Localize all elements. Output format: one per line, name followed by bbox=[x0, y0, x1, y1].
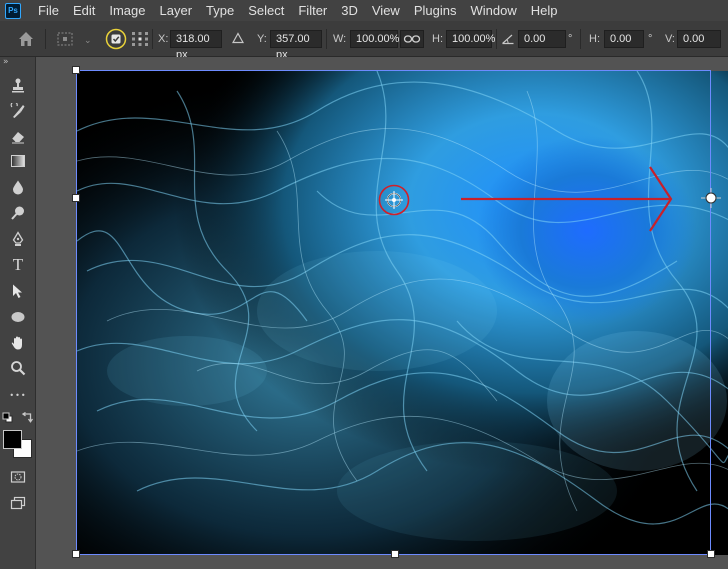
pen-icon bbox=[12, 231, 24, 246]
history-brush-tool[interactable] bbox=[6, 100, 30, 122]
separator bbox=[152, 29, 153, 49]
menu-bar: Ps File Edit Image Layer Type Select Fil… bbox=[0, 0, 728, 21]
menu-edit[interactable]: Edit bbox=[66, 0, 102, 21]
menu-plugins[interactable]: Plugins bbox=[407, 0, 464, 21]
screen-mode-icon bbox=[10, 496, 26, 510]
default-colors-icon[interactable] bbox=[2, 412, 13, 426]
y-position-field[interactable]: 357.00 px bbox=[270, 30, 322, 61]
menu-select[interactable]: Select bbox=[241, 0, 291, 21]
reference-point-toggle-icon[interactable] bbox=[104, 28, 128, 53]
transform-handle-bottom-left[interactable] bbox=[72, 550, 80, 558]
menu-file[interactable]: File bbox=[31, 0, 66, 21]
transform-handle-middle-left[interactable] bbox=[72, 194, 80, 202]
menu-help[interactable]: Help bbox=[524, 0, 565, 21]
degree-symbol: ° bbox=[648, 33, 653, 45]
ellipse-tool[interactable] bbox=[6, 306, 30, 328]
rotate-angle-icon[interactable] bbox=[501, 32, 515, 48]
ellipse-icon bbox=[11, 312, 25, 322]
y-label: Y: bbox=[257, 33, 267, 45]
degree-symbol: ° bbox=[568, 33, 573, 45]
reference-point-marker-icon[interactable] bbox=[377, 183, 411, 220]
photoshop-logo[interactable]: Ps bbox=[5, 2, 21, 19]
document-canvas-area[interactable] bbox=[37, 57, 728, 569]
transform-handle-top-left[interactable] bbox=[72, 66, 80, 74]
options-bar: ⌄ X: 318.00 px Y: 357.00 px W: 100.00% H… bbox=[0, 21, 728, 61]
home-icon[interactable] bbox=[16, 29, 36, 52]
width-field[interactable]: 100.00% bbox=[350, 30, 399, 48]
chevron-down-icon[interactable]: ⌄ bbox=[84, 37, 92, 46]
quick-mask-icon bbox=[10, 471, 26, 483]
clone-stamp-tool[interactable] bbox=[6, 74, 30, 96]
menu-filter[interactable]: Filter bbox=[291, 0, 334, 21]
history-brush-icon bbox=[10, 103, 25, 118]
menu-type[interactable]: Type bbox=[199, 0, 241, 21]
vertical-skew-label: V: bbox=[665, 33, 675, 45]
stamp-icon bbox=[12, 78, 24, 93]
blur-drop-icon bbox=[13, 180, 23, 195]
rotate-angle-field[interactable]: 0.00 bbox=[518, 30, 566, 48]
horizontal-skew-label: H: bbox=[589, 33, 600, 45]
delta-icon[interactable] bbox=[231, 32, 245, 47]
menu-window[interactable]: Window bbox=[463, 0, 523, 21]
x-label: X: bbox=[158, 33, 169, 45]
eraser-tool[interactable] bbox=[6, 125, 30, 147]
separator bbox=[580, 29, 581, 49]
height-field[interactable]: 100.00% bbox=[446, 30, 495, 48]
gradient-icon bbox=[11, 155, 25, 167]
separator bbox=[45, 29, 46, 49]
menu-image[interactable]: Image bbox=[102, 0, 152, 21]
x-position-field[interactable]: 318.00 px bbox=[170, 30, 222, 61]
vertical-skew-field[interactable]: 0.00 bbox=[677, 30, 721, 48]
hand-tool[interactable] bbox=[6, 332, 30, 354]
dodge-tool[interactable] bbox=[6, 202, 30, 224]
path-selection-tool[interactable] bbox=[6, 280, 30, 302]
hand-icon bbox=[11, 336, 22, 350]
blue-smoke-artwork bbox=[77, 71, 728, 555]
menu-view[interactable]: View bbox=[365, 0, 407, 21]
more-icon: ••• bbox=[9, 390, 27, 400]
menu-layer[interactable]: Layer bbox=[153, 0, 200, 21]
quick-mask-button[interactable] bbox=[6, 466, 30, 488]
type-icon: T bbox=[12, 255, 24, 274]
transform-handle-bottom-right[interactable] bbox=[707, 550, 715, 558]
link-icon[interactable] bbox=[400, 30, 424, 48]
separator bbox=[326, 29, 327, 49]
path-select-icon bbox=[13, 284, 22, 298]
width-label: W: bbox=[333, 33, 347, 45]
dodge-icon bbox=[11, 206, 24, 220]
horizontal-skew-field[interactable]: 0.00 bbox=[604, 30, 644, 48]
gradient-tool[interactable] bbox=[6, 150, 30, 172]
smoke-image-layer[interactable] bbox=[77, 71, 728, 555]
foreground-color-swatch[interactable] bbox=[3, 430, 22, 449]
transform-reference-icon[interactable] bbox=[56, 30, 76, 51]
eraser-icon bbox=[11, 132, 24, 144]
transform-handle-bottom-center[interactable] bbox=[391, 550, 399, 558]
reference-grid-icon[interactable] bbox=[130, 30, 150, 51]
zoom-icon bbox=[11, 361, 26, 376]
type-tool[interactable]: T bbox=[6, 254, 30, 276]
tools-panel: » T ••• bbox=[0, 57, 36, 569]
menu-3d[interactable]: 3D bbox=[334, 0, 365, 21]
screen-mode-button[interactable] bbox=[6, 492, 30, 514]
pen-tool[interactable] bbox=[6, 228, 30, 250]
zoom-tool[interactable] bbox=[6, 357, 30, 379]
swap-colors-icon[interactable] bbox=[21, 411, 34, 427]
more-tools[interactable]: ••• bbox=[6, 384, 30, 406]
blur-tool[interactable] bbox=[6, 176, 30, 198]
separator bbox=[496, 29, 497, 49]
transform-handle-middle-right[interactable] bbox=[701, 188, 721, 211]
height-label: H: bbox=[432, 33, 443, 45]
collapse-toolbar-icon[interactable]: » bbox=[3, 57, 9, 67]
